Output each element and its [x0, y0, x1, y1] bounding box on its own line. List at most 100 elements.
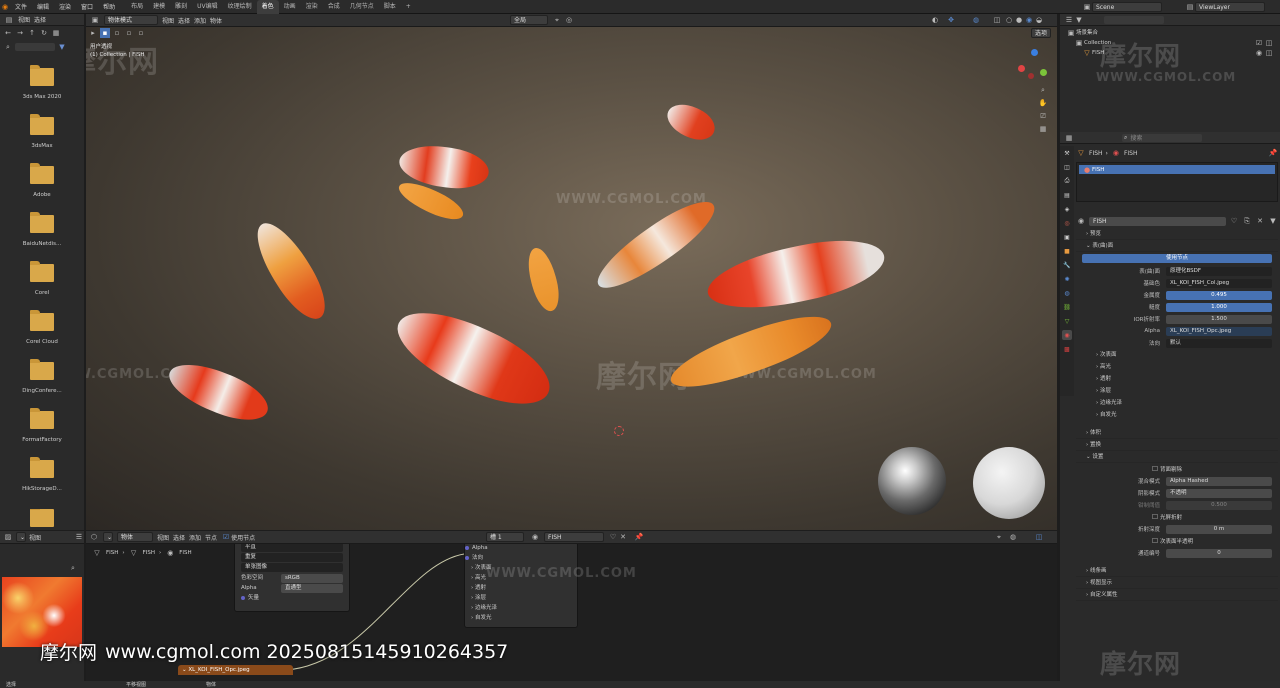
shading-wireframe-icon[interactable]: ○ — [1004, 15, 1014, 25]
pin-icon[interactable]: 📌 — [634, 532, 644, 542]
menu-render[interactable]: 渲染 — [54, 2, 76, 11]
pan-hand-icon[interactable]: ✋ — [1038, 98, 1048, 108]
folder-item[interactable]: Adobe — [0, 163, 84, 215]
shading-solid-icon[interactable]: ● — [1014, 15, 1024, 25]
socket-icon[interactable] — [465, 555, 469, 560]
section-custom-props[interactable]: › 自定义属性 — [1076, 589, 1278, 601]
file-browser-select-menu[interactable]: 选择 — [34, 15, 46, 24]
panel-coat[interactable]: › 涂层 — [465, 593, 577, 603]
collection-tab-icon[interactable]: ▣ — [1062, 232, 1072, 242]
tab-sculpting[interactable]: 雕刻 — [170, 0, 192, 14]
file-browser-view-menu[interactable]: 视图 — [18, 15, 30, 24]
section-displacement[interactable]: › 置换 — [1076, 439, 1278, 451]
object-tab-icon[interactable]: ■ — [1062, 246, 1072, 256]
constraints-tab-icon[interactable]: ⛓ — [1062, 302, 1072, 312]
filter-icon[interactable]: ▼ — [1074, 15, 1084, 25]
subsection-subsurface[interactable]: › 次表面 — [1076, 349, 1278, 361]
options-dropdown[interactable]: 选项 — [1030, 28, 1051, 38]
texture-tab-icon[interactable]: ▩ — [1062, 344, 1072, 354]
search-icon[interactable]: ⌕ — [3, 42, 13, 52]
snap-icon[interactable]: ⌖ — [994, 532, 1004, 542]
modifier-tab-icon[interactable]: 🔧 — [1062, 260, 1072, 270]
checkbox-icon[interactable]: ☑ — [1254, 38, 1264, 48]
add-workspace-button[interactable]: + — [401, 0, 416, 14]
parent-dir-icon[interactable]: ↑ — [27, 28, 37, 38]
section-line-art[interactable]: › 线条画 — [1076, 565, 1278, 577]
output-tab-icon[interactable]: ⎙ — [1062, 176, 1072, 186]
base-color-field[interactable]: XL_KOI_FISH_Col.jpeg — [1166, 278, 1272, 288]
menu-edit[interactable]: 编辑 — [32, 2, 54, 11]
tab-scripting[interactable]: 脚本 — [379, 0, 401, 14]
tab-animation[interactable]: 动画 — [279, 0, 301, 14]
editor-type-icon[interactable]: ▣ — [90, 15, 100, 25]
view-layer-field[interactable]: ViewLayer — [1195, 2, 1265, 12]
forward-arrow-icon[interactable]: → — [15, 28, 25, 38]
path-field[interactable] — [15, 43, 55, 51]
snap-icon[interactable]: ⌖ — [552, 15, 562, 25]
editor-type-icon[interactable]: ▦ — [1064, 133, 1074, 143]
koi-fish[interactable] — [702, 228, 890, 321]
tab-shading[interactable]: 着色 — [256, 0, 279, 14]
refraction-depth-field[interactable]: 0 m — [1166, 524, 1272, 534]
tab-rendering[interactable]: 渲染 — [301, 0, 323, 14]
view-mode-dropdown[interactable]: ⌄ — [16, 532, 26, 542]
editor-type-icon[interactable]: ☰ — [1064, 15, 1074, 25]
overlay-icon[interactable]: ◍ — [971, 15, 981, 25]
tab-texture-paint[interactable]: 纹理绘制 — [223, 0, 257, 14]
render-tab-icon[interactable]: ◫ — [1062, 162, 1072, 172]
material-browse-icon[interactable]: ◉ — [530, 532, 540, 542]
subsection-transmission[interactable]: › 透射 — [1076, 373, 1278, 385]
tab-layout[interactable]: 布局 — [126, 0, 148, 14]
xray-icon[interactable]: ◫ — [992, 15, 1002, 25]
use-nodes-button[interactable]: 使用节点 — [1082, 254, 1272, 263]
tool-tab-icon[interactable]: ⚒ — [1062, 148, 1072, 158]
texture-preview-image[interactable] — [2, 577, 82, 647]
subsection-specular[interactable]: › 高光 — [1076, 361, 1278, 373]
scene-tab-icon[interactable]: ◈ — [1062, 204, 1072, 214]
section-surface[interactable]: ⌄ 表(曲)面 — [1076, 240, 1278, 252]
node-menu-node[interactable]: 节点 — [205, 533, 217, 542]
new-folder-icon[interactable]: ▦ — [51, 28, 61, 38]
filter-icon[interactable]: ▼ — [57, 42, 67, 52]
panel-transmission[interactable]: › 透射 — [465, 583, 577, 593]
viewport-menu-select[interactable]: 选择 — [178, 16, 190, 25]
camera-icon[interactable]: ◫ — [1264, 48, 1274, 58]
duplicate-icon[interactable]: ⎘ — [1242, 216, 1252, 226]
koi-fish[interactable] — [523, 244, 564, 315]
camera-icon[interactable]: ◫ — [1264, 38, 1274, 48]
scene-selector[interactable]: ▣ Scene — [1082, 2, 1162, 12]
viewport-menu-view[interactable]: 视图 — [162, 16, 174, 25]
editor-type-icon[interactable]: ▤ — [4, 15, 14, 25]
outliner-search-field[interactable] — [1104, 15, 1164, 24]
menu-file[interactable]: 文件 — [10, 2, 32, 11]
checkbox-icon[interactable]: ☐ — [1150, 536, 1160, 546]
view-layer-selector[interactable]: ▤ ViewLayer — [1185, 2, 1265, 12]
unlink-icon[interactable]: ✕ — [618, 532, 628, 542]
metallic-slider[interactable]: 0.495 — [1166, 290, 1272, 300]
node-menu-add[interactable]: 添加 — [189, 533, 201, 542]
folder-item[interactable]: FormatFactory — [0, 408, 84, 460]
physics-tab-icon[interactable]: ◍ — [1062, 288, 1072, 298]
scene-name-field[interactable]: Scene — [1092, 2, 1162, 12]
menu-help[interactable]: 帮助 — [98, 2, 120, 11]
folder-item[interactable]: 3dsMax — [0, 114, 84, 166]
slot-dropdown[interactable]: 槽 1 — [486, 532, 524, 542]
menu-window[interactable]: 窗口 — [76, 2, 98, 11]
folder-item[interactable]: BaiduNetdis... — [0, 212, 84, 264]
shadow-mode-dropdown[interactable]: 不透明 — [1166, 488, 1272, 498]
tab-geometry-nodes[interactable]: 几何节点 — [345, 0, 379, 14]
axis-x-icon[interactable] — [1018, 65, 1025, 72]
folder-item[interactable] — [0, 509, 84, 529]
material-slot-item[interactable]: ● FISH — [1079, 165, 1275, 174]
section-volume[interactable]: › 体积 — [1076, 427, 1278, 439]
particles-tab-icon[interactable]: ✺ — [1062, 274, 1072, 284]
fake-user-icon[interactable]: ♡ — [608, 532, 618, 542]
material-name-field[interactable]: FISH — [544, 532, 604, 542]
subsurface-translucency-row[interactable]: ☐ 次表面半透明 — [1076, 535, 1278, 547]
filter-icon[interactable]: ▼ — [1268, 216, 1278, 226]
node-menu-view[interactable]: 视图 — [157, 533, 169, 542]
visibility-icon[interactable]: ◐ — [930, 15, 940, 25]
eye-icon[interactable]: ◉ — [1254, 48, 1264, 58]
image-editor-view-menu[interactable]: 视图 — [29, 533, 41, 542]
koi-fish[interactable] — [162, 353, 275, 431]
